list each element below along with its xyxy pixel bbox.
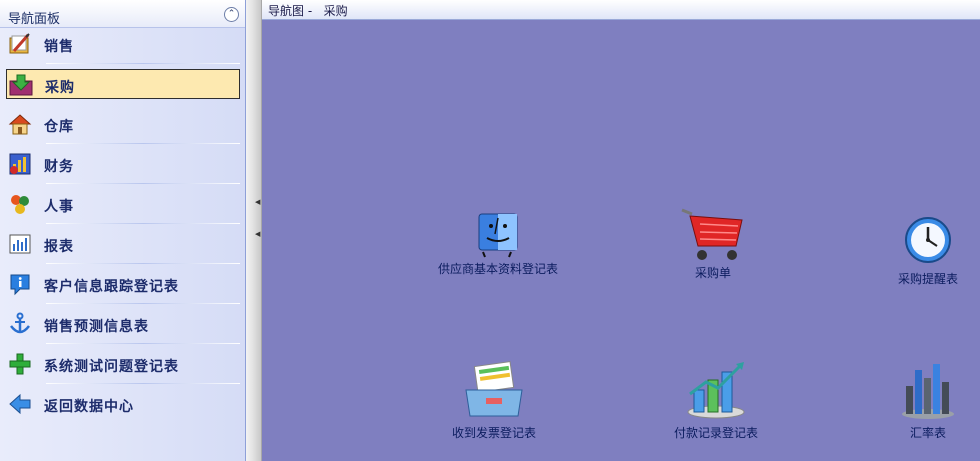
download-box-icon bbox=[9, 74, 33, 96]
breadcrumb: 导航图 - 采购 bbox=[268, 4, 348, 18]
city-bars-icon bbox=[902, 364, 954, 419]
finder-face-icon bbox=[478, 213, 518, 258]
sidebar-item-reports[interactable]: 报表 bbox=[6, 229, 240, 264]
sidebar-item-purchase[interactable]: 采购 bbox=[6, 69, 240, 99]
people-icon bbox=[11, 195, 29, 214]
tile-exchange-rate[interactable]: 汇率表 bbox=[892, 360, 964, 441]
sidebar-item-sales[interactable]: 销售 bbox=[6, 29, 240, 64]
sidebar-item-label: 客户信息跟踪登记表 bbox=[44, 279, 179, 295]
info-icon bbox=[10, 274, 30, 296]
sidebar-item-customer-tracking[interactable]: 客户信息跟踪登记表 bbox=[6, 269, 240, 304]
anchor-icon bbox=[10, 312, 30, 334]
sidebar-item-label: 采购 bbox=[45, 80, 75, 96]
sidebar-item-label: 系统测试问题登记表 bbox=[44, 359, 179, 375]
clock-icon bbox=[905, 217, 951, 263]
navigation-panel-title: 导航面板 bbox=[8, 12, 61, 27]
sidebar-item-system-test[interactable]: 系统测试问题登记表 bbox=[6, 349, 240, 384]
sidebar-item-label: 销售预测信息表 bbox=[44, 319, 149, 335]
sidebar-item-label: 仓库 bbox=[44, 119, 74, 135]
tile-label: 采购单 bbox=[694, 266, 731, 280]
navigation-panel-header: 导航面板 ⌃ bbox=[0, 0, 245, 28]
sidebar-item-sales-forecast[interactable]: 销售预测信息表 bbox=[6, 309, 240, 344]
tile-label: 供应商基本资料登记表 bbox=[437, 262, 558, 276]
report-chart-icon bbox=[9, 234, 31, 254]
sidebar-item-label: 财务 bbox=[44, 159, 74, 175]
shopping-cart-icon bbox=[681, 208, 743, 260]
navigation-map-header: 导航图 - 采购 bbox=[262, 0, 980, 20]
sidebar-item-finance[interactable]: 财务 bbox=[6, 149, 240, 184]
growth-bar-chart-icon bbox=[687, 362, 745, 419]
panel-splitter[interactable]: ◀ ◀ bbox=[246, 0, 262, 461]
house-icon bbox=[8, 114, 32, 135]
sidebar-item-label: 人事 bbox=[44, 199, 74, 215]
navigation-map-area: 导航图 - 采购 供应商基本资料登记表 采购单 采购提醒表 收到发票登记表 付款… bbox=[262, 0, 980, 461]
tile-label: 汇率表 bbox=[909, 426, 946, 440]
tile-invoice-received[interactable]: 收到发票登记表 bbox=[444, 360, 544, 441]
tile-supplier-info[interactable]: 供应商基本资料登记表 bbox=[432, 210, 564, 277]
tile-payment-record[interactable]: 付款记录登记表 bbox=[668, 360, 764, 441]
tile-purchase-reminder[interactable]: 采购提醒表 bbox=[892, 216, 964, 287]
collapse-chevron-icon[interactable]: ⌃ bbox=[224, 7, 239, 22]
splitter-left-arrow-icon[interactable]: ◀ bbox=[255, 198, 260, 206]
sidebar-item-warehouse[interactable]: 仓库 bbox=[6, 109, 240, 144]
tile-label: 采购提醒表 bbox=[897, 272, 958, 286]
navigation-panel: 导航面板 ⌃ 销售 采购 仓库 财务 人事 报表 客户信息跟踪登记表 销售预测信… bbox=[0, 0, 246, 461]
sidebar-item-label: 返回数据中心 bbox=[44, 399, 134, 415]
splitter-left-arrow-icon[interactable]: ◀ bbox=[255, 230, 260, 238]
sidebar-item-label: 销售 bbox=[44, 39, 74, 55]
back-arrow-icon bbox=[9, 393, 31, 415]
invoice-tray-icon bbox=[465, 361, 523, 417]
pencil-folder-icon bbox=[9, 33, 30, 54]
tile-purchase-order[interactable]: 采购单 bbox=[678, 206, 748, 281]
sidebar-item-back-to-data-center[interactable]: 返回数据中心 bbox=[6, 389, 240, 419]
finance-chart-icon bbox=[9, 153, 31, 175]
tile-label: 收到发票登记表 bbox=[451, 426, 536, 440]
sidebar-item-personnel[interactable]: 人事 bbox=[6, 189, 240, 224]
sidebar-item-label: 报表 bbox=[44, 239, 74, 255]
tile-label: 付款记录登记表 bbox=[673, 426, 758, 440]
plus-icon bbox=[9, 353, 31, 375]
